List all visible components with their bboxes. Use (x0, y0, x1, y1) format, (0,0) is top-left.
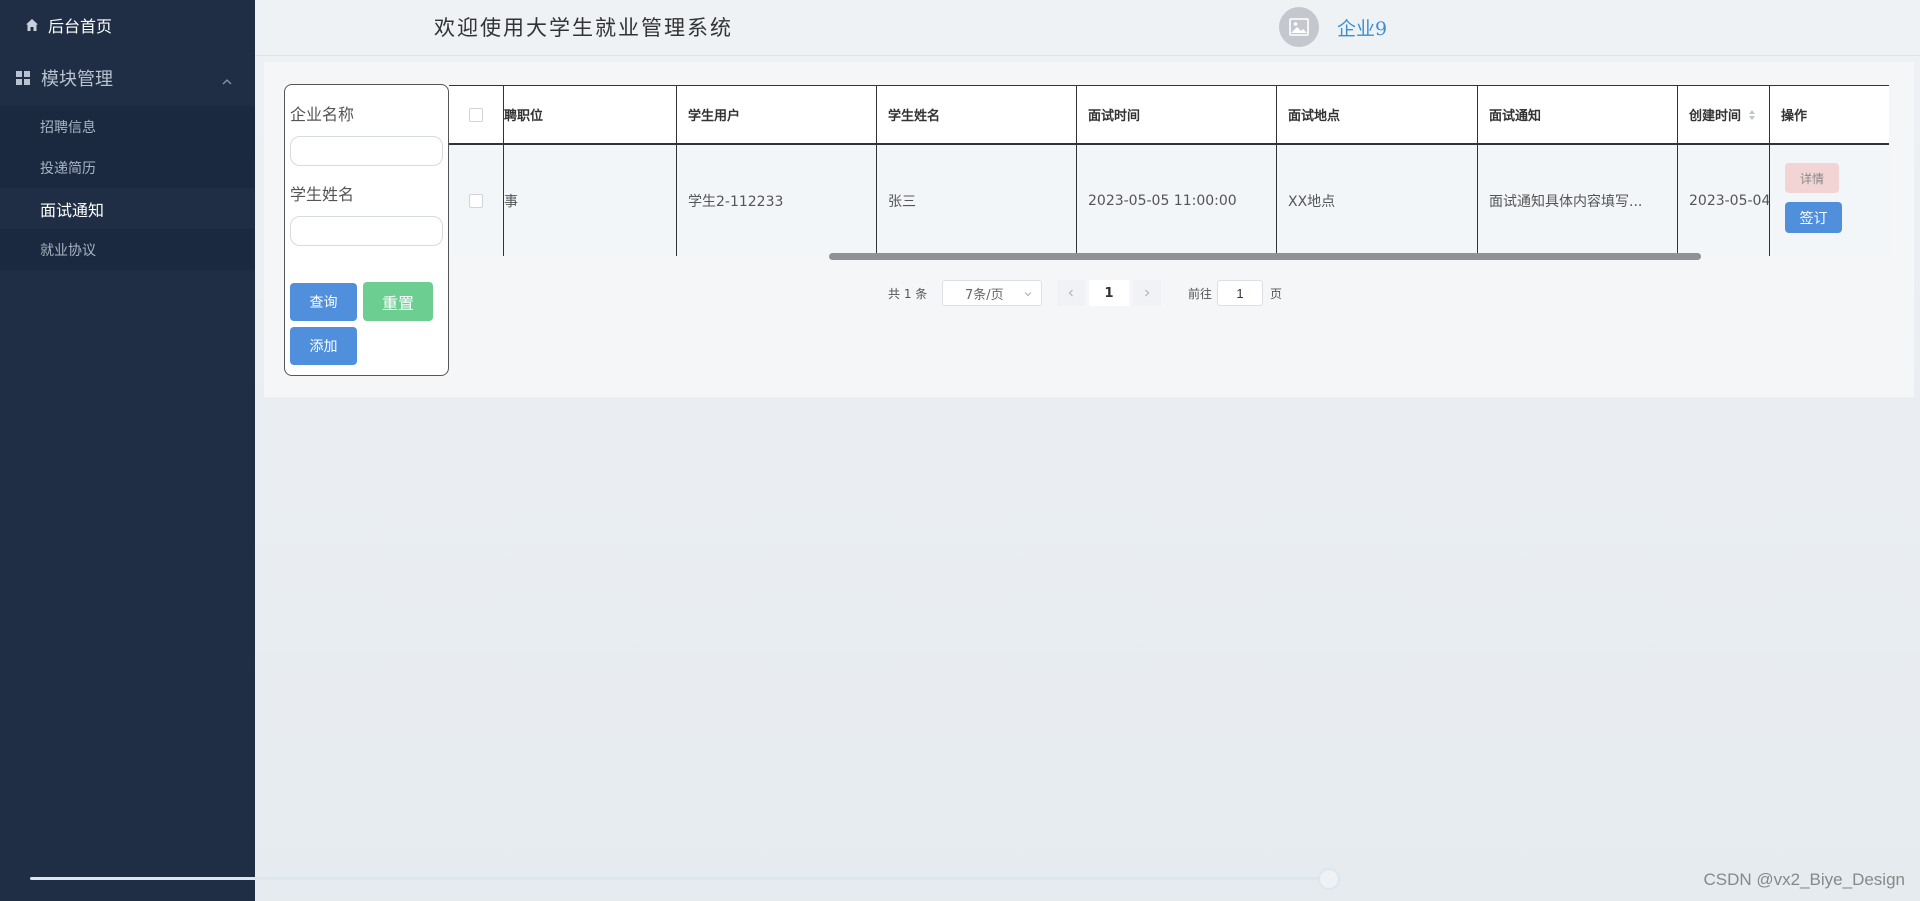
scrollbar-thumb[interactable] (829, 253, 1701, 260)
select-all-checkbox[interactable] (469, 107, 483, 122)
goto-label: 前往 (1188, 286, 1213, 301)
sidebar-home-label: 后台首页 (48, 17, 113, 36)
bottom-slider-track[interactable] (30, 877, 1330, 880)
row-checkbox[interactable] (469, 193, 483, 208)
row-checkbox-cell (449, 145, 504, 256)
next-page-button[interactable] (1133, 280, 1161, 306)
grid-icon (16, 70, 31, 86)
column-header: 面试时间 (1077, 86, 1277, 143)
top-header: 欢迎使用大学生就业管理系统 企业9 (255, 0, 1920, 56)
sidebar-item-label: 就业协议 (40, 242, 96, 259)
page-size-value: 7条/页 (965, 287, 1004, 303)
company-name-label: 企业名称 (290, 105, 355, 124)
sidebar-submenu: 招聘信息 投递简历 面试通知 就业协议 (0, 106, 255, 270)
sidebar-item-agreement[interactable]: 就业协议 (0, 229, 255, 270)
goto-page-input[interactable] (1217, 280, 1263, 306)
chevron-right-icon (1145, 289, 1150, 297)
add-button[interactable]: 添加 (290, 327, 357, 365)
page-size-select[interactable]: 7条/页 (942, 280, 1042, 306)
prev-page-button[interactable] (1057, 280, 1085, 306)
sidebar-item-label: 招聘信息 (40, 119, 96, 136)
column-header: 面试地点 (1277, 86, 1478, 143)
sidebar-item-recruit[interactable]: 招聘信息 (0, 106, 255, 147)
watermark: CSDN @vx2_Biye_Design (1703, 870, 1905, 889)
query-button[interactable]: 查询 (290, 283, 357, 321)
bottom-slider-handle[interactable] (1318, 868, 1340, 890)
chevron-left-icon (1068, 289, 1073, 297)
table-row: 事 学生2-112233 张三 2023-05-05 11:00:00 XX地点… (449, 145, 1889, 256)
total-count: 共 1 条 (888, 286, 928, 301)
sidebar: 后台首页 模块管理 招聘信息 投递简历 面试通知 就业协议 (0, 0, 255, 901)
created-column-header[interactable]: 创建时间 (1678, 86, 1778, 143)
company-name[interactable]: 企业9 (1337, 14, 1387, 41)
header-checkbox-cell (449, 86, 504, 143)
column-header: 学生姓名 (877, 86, 1077, 143)
page-title: 欢迎使用大学生就业管理系统 (434, 16, 733, 40)
horizontal-scrollbar[interactable] (449, 253, 1889, 261)
chevron-down-icon (1024, 292, 1032, 297)
created-cell: 2023-05-04 (1689, 192, 1771, 209)
data-table: 聘职位 学生用户 学生姓名 面试时间 面试地点 面试通知 创建时间 操作 事 学… (449, 85, 1889, 256)
column-header: 学生用户 (677, 86, 877, 143)
column-header: 聘职位 (504, 86, 677, 143)
interview-place-cell: XX地点 (1277, 145, 1478, 256)
column-header: 操作 (1770, 86, 1889, 143)
column-header: 面试通知 (1478, 86, 1678, 143)
ops-column-header: 操作 (1769, 86, 1889, 143)
sign-button[interactable]: 签订 (1785, 202, 1842, 233)
sidebar-group-label: 模块管理 (41, 69, 113, 90)
page-number[interactable]: 1 (1089, 280, 1129, 306)
avatar[interactable] (1279, 7, 1319, 47)
detail-button[interactable]: 详情 (1785, 163, 1839, 193)
interview-time-cell: 2023-05-05 11:00:00 (1077, 145, 1277, 256)
company-name-input[interactable] (290, 136, 443, 166)
student-name-cell: 张三 (877, 145, 1077, 256)
sort-icon[interactable] (1747, 108, 1757, 122)
sidebar-item-resume[interactable]: 投递简历 (0, 147, 255, 188)
table-header: 聘职位 学生用户 学生姓名 面试时间 面试地点 面试通知 创建时间 操作 (449, 85, 1889, 145)
chevron-up-icon (221, 72, 233, 85)
student-user-cell: 学生2-112233 (677, 145, 877, 256)
image-icon (1289, 18, 1309, 36)
notice-cell: 面试通知具体内容填写... (1478, 145, 1678, 256)
student-name-input[interactable] (290, 216, 443, 246)
student-name-label: 学生姓名 (290, 185, 355, 204)
sidebar-item-interview[interactable]: 面试通知 (0, 188, 255, 229)
sidebar-item-label: 投递简历 (40, 160, 96, 177)
column-header-label: 创建时间 (1689, 109, 1742, 124)
reset-button[interactable]: 重置 (363, 282, 433, 321)
page-suffix: 页 (1270, 286, 1283, 301)
home-icon (24, 17, 40, 33)
sidebar-item-home[interactable]: 后台首页 (0, 0, 255, 50)
ops-cell: 详情 签订 (1769, 145, 1889, 256)
sidebar-item-label: 面试通知 (40, 200, 105, 220)
position-cell: 事 (504, 145, 677, 256)
sidebar-group-module[interactable]: 模块管理 (0, 50, 255, 106)
search-form: 企业名称 学生姓名 查询 重置 添加 (284, 84, 449, 376)
